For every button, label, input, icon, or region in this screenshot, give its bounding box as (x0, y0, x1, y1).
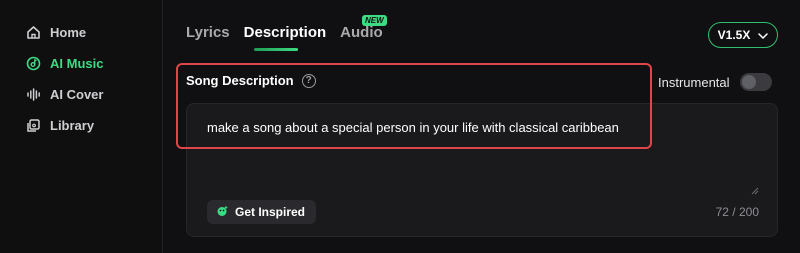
song-description-heading: Song Description ? (186, 73, 316, 88)
help-icon[interactable]: ? (301, 73, 316, 88)
character-count: 72 / 200 (715, 205, 759, 219)
get-inspired-label: Get Inspired (235, 205, 306, 219)
sidebar-item-label: Home (50, 25, 87, 40)
active-tab-indicator (254, 48, 298, 51)
waveform-icon (26, 87, 41, 102)
sidebar-item-ai-music[interactable]: AI Music (26, 56, 103, 71)
sidebar: Home AI Music AI Cover Library (0, 0, 163, 253)
tab-lyrics[interactable]: Lyrics (186, 24, 230, 41)
song-description-value[interactable]: make a song about a special person in yo… (207, 120, 619, 135)
home-icon (26, 25, 41, 40)
sidebar-item-home[interactable]: Home (26, 25, 86, 40)
instrumental-toggle[interactable] (739, 73, 772, 91)
song-description-textarea[interactable]: make a song about a special person in yo… (186, 103, 778, 237)
music-disc-icon (26, 56, 41, 71)
sidebar-item-label: AI Music (50, 56, 104, 71)
toggle-knob (741, 75, 756, 89)
instrumental-label: Instrumental (658, 74, 730, 90)
library-icon (26, 118, 41, 133)
get-inspired-button[interactable]: Get Inspired (207, 200, 317, 224)
sidebar-item-library[interactable]: Library (26, 118, 94, 133)
version-select[interactable]: V1.5X (708, 22, 778, 48)
instrumental-toggle-group: Instrumental (658, 73, 772, 91)
sidebar-item-label: AI Cover (50, 87, 104, 102)
sidebar-item-ai-cover[interactable]: AI Cover (26, 87, 103, 102)
main-panel: Lyrics Description Audio NEW V1.5X Song … (164, 0, 800, 253)
tab-audio[interactable]: Audio (340, 24, 383, 41)
tab-description[interactable]: Description (244, 24, 327, 41)
tab-bar: Lyrics Description Audio (186, 24, 383, 41)
resize-handle-icon[interactable] (751, 182, 759, 195)
sparkle-icon (215, 204, 229, 221)
song-description-label: Song Description (186, 73, 294, 88)
sidebar-item-label: Library (50, 118, 95, 133)
version-label: V1.5X (717, 28, 751, 42)
chevron-down-icon (758, 28, 769, 42)
new-badge: NEW (362, 15, 387, 26)
